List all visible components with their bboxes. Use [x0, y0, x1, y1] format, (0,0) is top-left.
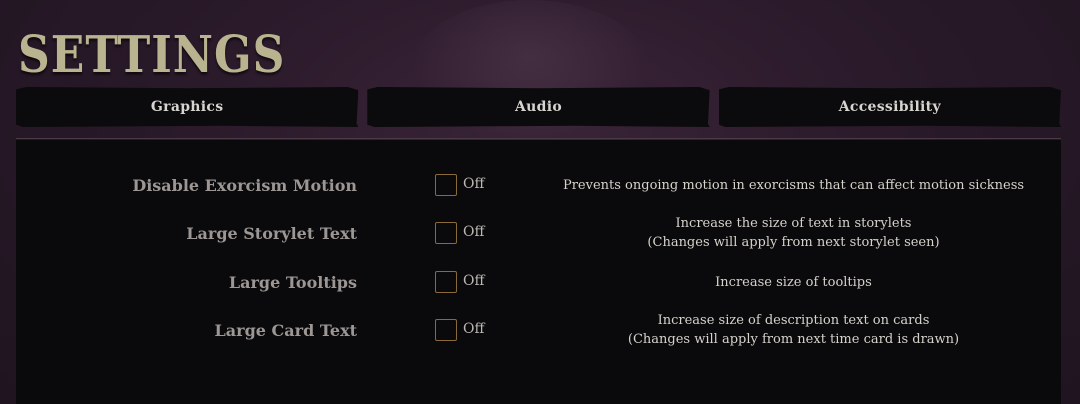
setting-state: Off: [463, 273, 485, 289]
tab-label: Accessibility: [838, 99, 941, 115]
large-card-text-checkbox[interactable]: [435, 319, 457, 341]
tab-divider: [16, 138, 1061, 139]
tab-label: Graphics: [150, 99, 224, 115]
setting-state: Off: [463, 224, 485, 240]
settings-tabs: Graphics Audio Accessibility: [16, 87, 1061, 127]
large-tooltips-checkbox[interactable]: [435, 271, 457, 293]
setting-description: Prevents ongoing motion in exorcisms tha…: [546, 176, 1041, 195]
description-line: (Changes will apply from next time card …: [627, 332, 960, 347]
tab-label: Audio: [514, 99, 562, 115]
description-line: Increase size of tooltips: [715, 275, 872, 290]
setting-label: Large Tooltips: [228, 273, 357, 292]
tab-accessibility[interactable]: Accessibility: [718, 87, 1061, 127]
tab-audio[interactable]: Audio: [367, 87, 710, 127]
setting-state: Off: [463, 321, 485, 337]
disable-exorcism-motion-checkbox[interactable]: [435, 174, 457, 196]
description-line: Prevents ongoing motion in exorcisms tha…: [562, 178, 1025, 193]
page-title: SETTINGS: [18, 26, 286, 85]
description-line: Increase size of description text on car…: [657, 313, 930, 328]
tab-graphics[interactable]: Graphics: [16, 87, 359, 127]
large-storylet-text-checkbox[interactable]: [435, 222, 457, 244]
setting-state: Off: [463, 176, 485, 192]
settings-panel: Disable Exorcism Motion Off Prevents ong…: [16, 140, 1061, 404]
setting-description: Increase size of tooltips: [546, 273, 1041, 292]
description-line: Increase the size of text in storylets: [675, 216, 912, 231]
setting-label: Large Card Text: [214, 321, 357, 340]
setting-description: Increase the size of text in storylets (…: [546, 214, 1041, 252]
setting-description: Increase size of description text on car…: [546, 311, 1041, 349]
setting-label: Disable Exorcism Motion: [132, 176, 357, 195]
setting-label: Large Storylet Text: [186, 224, 357, 243]
description-line: (Changes will apply from next storylet s…: [647, 235, 940, 250]
